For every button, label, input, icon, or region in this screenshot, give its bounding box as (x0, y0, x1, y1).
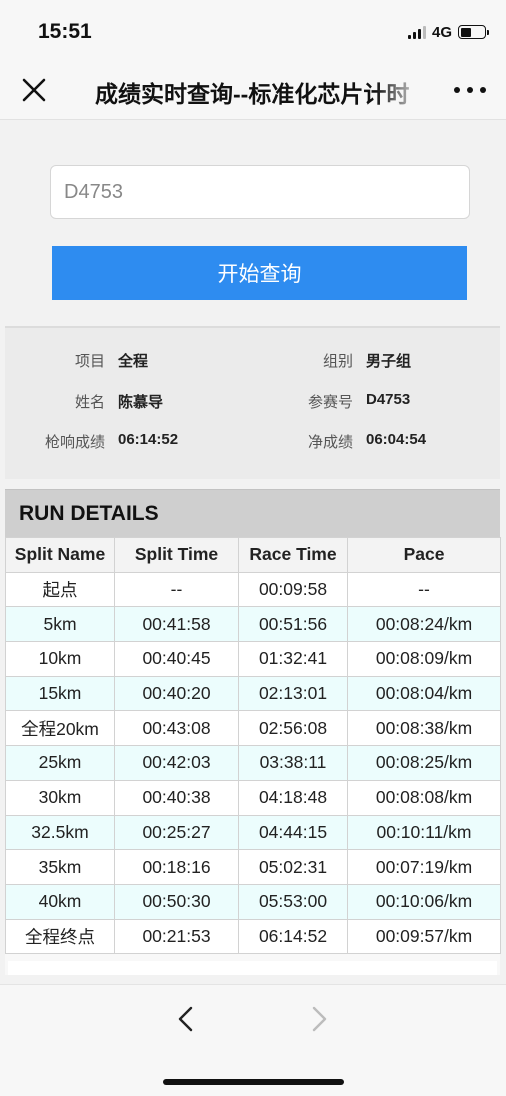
table-row: 40km 00:50:30 05:53:00 00:10:06/km (5, 883, 501, 920)
athlete-info-panel: 项目 全程 组别 男子组 姓名 陈慕导 参赛号 D4753 枪响成绩 06:14… (5, 326, 500, 479)
back-icon[interactable] (170, 1003, 202, 1035)
race-time-cell: 05:53:00 (238, 883, 348, 920)
split-time-cell: 00:25:27 (114, 814, 239, 851)
split-name-cell: 30km (5, 779, 115, 816)
col-pace: Pace (347, 537, 501, 573)
col-race-time: Race Time (238, 537, 348, 573)
split-name-cell: 全程20km (5, 710, 115, 747)
pace-cell: 00:08:09/km (347, 641, 501, 677)
run-details-header: RUN DETAILS (5, 489, 500, 537)
split-name-cell: 40km (5, 883, 115, 920)
split-time-cell: 00:40:45 (114, 641, 239, 677)
splits-header-row: Split Name Split Time Race Time Pace (5, 537, 501, 573)
split-name-cell: 起点 (5, 571, 115, 608)
close-icon[interactable] (20, 76, 48, 104)
split-name-cell: 5km (5, 606, 115, 643)
split-time-cell: 00:18:16 (114, 849, 239, 885)
status-time: 15:51 (38, 20, 92, 43)
split-time-cell: 00:50:30 (114, 883, 239, 920)
bottom-toolbar (0, 984, 506, 1096)
race-time-cell: 04:44:15 (238, 814, 348, 851)
table-row: 25km 00:42:03 03:38:11 00:08:25/km (5, 745, 501, 781)
bib-value: D4753 (366, 391, 411, 408)
split-time-cell: 00:41:58 (114, 606, 239, 643)
details-footer (8, 961, 497, 975)
bib-search-input[interactable] (50, 165, 470, 219)
gun-time-value: 06:14:52 (118, 431, 179, 448)
pace-cell: 00:07:19/km (347, 849, 501, 885)
race-time-cell: 00:51:56 (238, 606, 348, 643)
project-value: 全程 (118, 353, 149, 370)
split-name-cell: 25km (5, 745, 115, 781)
pace-cell: 00:10:11/km (347, 814, 501, 851)
signal-icon (407, 25, 426, 39)
split-name-cell: 32.5km (5, 814, 115, 851)
table-row: 10km 00:40:45 01:32:41 00:08:09/km (5, 641, 501, 677)
table-row: 15km 00:40:20 02:13:01 00:08:04/km (5, 675, 501, 712)
split-name-cell: 35km (5, 849, 115, 885)
table-row: 起点 -- 00:09:58 -- (5, 571, 501, 608)
split-time-cell: 00:21:53 (114, 918, 239, 955)
page-title: 成绩实时查询--标准化芯片计时 (95, 81, 410, 107)
network-label: 4G (431, 23, 452, 41)
table-row: 全程终点 00:21:53 06:14:52 00:09:57/km (5, 918, 501, 955)
home-indicator[interactable] (163, 1079, 344, 1085)
col-split-time: Split Time (114, 537, 239, 573)
table-row: 32.5km 00:25:27 04:44:15 00:10:11/km (5, 814, 501, 851)
group-label: 组别 (322, 353, 353, 370)
race-time-cell: 02:56:08 (238, 710, 348, 747)
run-details-title: RUN DETAILS (19, 502, 159, 525)
status-indicators: 4G (407, 22, 489, 42)
group-value: 男子组 (366, 353, 412, 370)
pace-cell: 00:08:04/km (347, 675, 501, 712)
race-time-cell: 00:09:58 (238, 571, 348, 608)
table-row: 全程20km 00:43:08 02:56:08 00:08:38/km (5, 710, 501, 747)
more-icon[interactable] (454, 82, 486, 98)
race-time-cell: 03:38:11 (238, 745, 348, 781)
split-time-cell: -- (114, 571, 239, 608)
status-bar: 15:51 4G (0, 0, 506, 60)
split-name-cell: 15km (5, 675, 115, 712)
split-time-cell: 00:40:20 (114, 675, 239, 712)
race-time-cell: 06:14:52 (238, 918, 348, 955)
splits-table: Split Name Split Time Race Time Pace 起点 -… (5, 537, 501, 955)
run-details-panel: RUN DETAILS Split Name Split Time Race T… (5, 489, 501, 975)
gun-time-label: 枪响成绩 (44, 434, 105, 451)
project-label: 项目 (74, 353, 105, 370)
pace-cell: 00:08:38/km (347, 710, 501, 747)
split-name-cell: 全程终点 (5, 918, 115, 955)
net-time-value: 06:04:54 (366, 431, 427, 448)
start-query-button[interactable]: 开始查询 (52, 246, 467, 300)
name-value: 陈慕导 (118, 394, 164, 411)
race-time-cell: 05:02:31 (238, 849, 348, 885)
nav-bar: 成绩实时查询--标准化芯片计时 (0, 60, 506, 120)
table-row: 30km 00:40:38 04:18:48 00:08:08/km (5, 779, 501, 816)
pace-cell: 00:08:08/km (347, 779, 501, 816)
pace-cell: 00:10:06/km (347, 883, 501, 920)
name-label: 姓名 (74, 394, 105, 411)
split-time-cell: 00:42:03 (114, 745, 239, 781)
pace-cell: 00:08:25/km (347, 745, 501, 781)
bib-label: 参赛号 (307, 394, 353, 411)
split-time-cell: 00:43:08 (114, 710, 239, 747)
race-time-cell: 02:13:01 (238, 675, 348, 712)
race-time-cell: 04:18:48 (238, 779, 348, 816)
split-name-cell: 10km (5, 641, 115, 677)
pace-cell: -- (347, 571, 501, 608)
table-row: 5km 00:41:58 00:51:56 00:08:24/km (5, 606, 501, 643)
split-time-cell: 00:40:38 (114, 779, 239, 816)
battery-icon (458, 25, 489, 39)
pace-cell: 00:09:57/km (347, 918, 501, 955)
pace-cell: 00:08:24/km (347, 606, 501, 643)
net-time-label: 净成绩 (307, 434, 353, 451)
col-split-name: Split Name (5, 537, 115, 573)
forward-icon[interactable] (303, 1003, 335, 1035)
race-time-cell: 01:32:41 (238, 641, 348, 677)
table-row: 35km 00:18:16 05:02:31 00:07:19/km (5, 849, 501, 885)
